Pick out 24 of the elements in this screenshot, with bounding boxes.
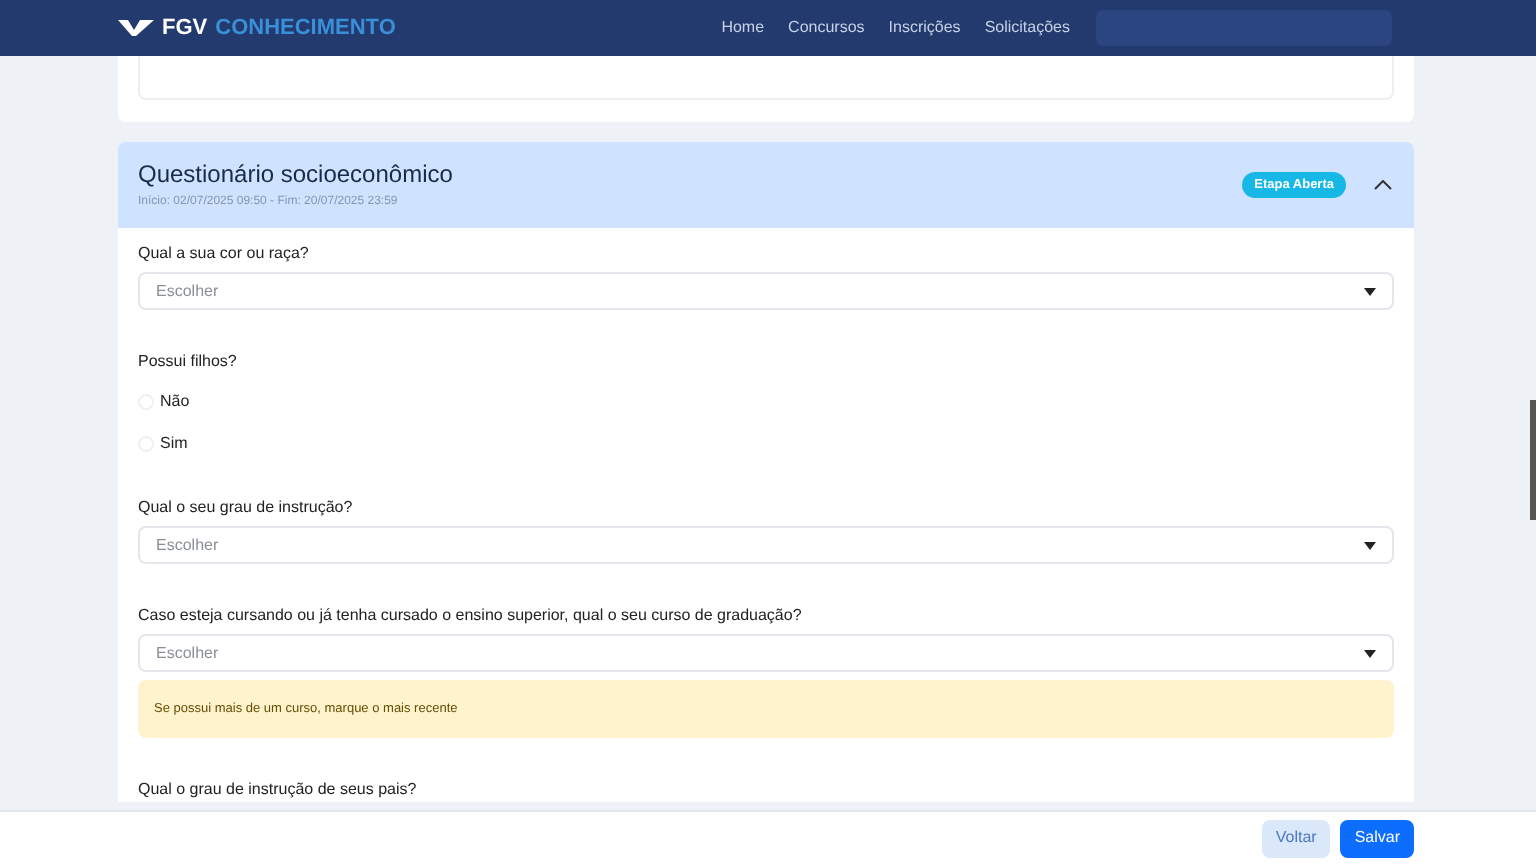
select-placeholder: Escolher bbox=[156, 641, 219, 665]
logo[interactable]: FGV CONHECIMENTO bbox=[118, 11, 396, 45]
back-button[interactable]: Voltar bbox=[1261, 819, 1331, 857]
chevron-up-icon bbox=[1373, 180, 1391, 190]
caret-icon bbox=[1364, 649, 1376, 657]
radio-option[interactable]: Sim bbox=[138, 432, 1394, 456]
nav-link[interactable]: Inscrições bbox=[888, 16, 961, 40]
logo-chevron-icon bbox=[118, 20, 154, 36]
caret-icon bbox=[1364, 287, 1376, 295]
nav-link[interactable]: Solicitações bbox=[984, 16, 1070, 40]
save-button[interactable]: Salvar bbox=[1340, 819, 1414, 857]
scrollbar-thumb bbox=[1530, 400, 1536, 520]
nav-link[interactable]: Home bbox=[721, 16, 765, 40]
question-label: Qual o grau de instrução de seus pais? bbox=[138, 778, 419, 802]
select-placeholder: Escolher bbox=[156, 279, 219, 303]
question-label: Qual a sua cor ou raça? bbox=[138, 242, 311, 266]
caret-icon bbox=[1364, 541, 1376, 549]
question-label: Caso esteja cursando ou já tenha cursado o ensino superior, qual o seu curso de graduação? bbox=[138, 604, 804, 628]
question-label: Qual o seu grau de instrução? bbox=[138, 496, 355, 520]
radio-option[interactable]: Não bbox=[138, 390, 1394, 414]
question-label: Possui filhos? bbox=[138, 350, 239, 374]
select-placeholder: Escolher bbox=[156, 533, 219, 557]
section-title: Questionário socioeconômico bbox=[138, 159, 453, 189]
nav-link[interactable]: Concursos bbox=[788, 16, 865, 40]
